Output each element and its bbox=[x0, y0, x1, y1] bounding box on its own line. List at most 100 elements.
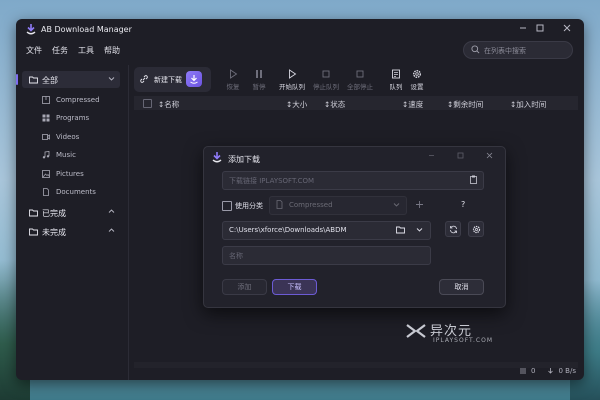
sidebar-item-finished[interactable]: 已完成 bbox=[22, 204, 120, 221]
chevron-up-icon bbox=[108, 228, 115, 232]
refresh-button[interactable] bbox=[445, 221, 461, 237]
list-icon bbox=[520, 368, 527, 374]
start-queue-button[interactable]: 开始队列 bbox=[277, 69, 307, 91]
stop-icon bbox=[322, 70, 330, 78]
archive-icon bbox=[42, 96, 50, 104]
stop-icon bbox=[356, 70, 364, 78]
chevron-down-icon[interactable] bbox=[415, 225, 424, 234]
watermark-subtext: IPLAYSOFT.COM bbox=[433, 337, 493, 344]
gear-icon bbox=[472, 225, 481, 234]
maximize-button[interactable] bbox=[533, 23, 547, 37]
search-icon bbox=[471, 45, 480, 54]
menu-tools[interactable]: 工具 bbox=[78, 45, 94, 59]
column-remaining[interactable]: ↕剩余时间 bbox=[447, 99, 483, 110]
link-icon bbox=[140, 75, 148, 83]
download-list-header: ↕名称 ↕大小 ↕状态 ↕速度 ↕剩余时间 ↕加入时间 bbox=[134, 96, 578, 110]
close-button[interactable] bbox=[560, 23, 574, 37]
column-size[interactable]: ↕大小 bbox=[286, 99, 307, 110]
settings-button[interactable]: 设置 bbox=[407, 69, 427, 91]
cancel-button[interactable]: 取消 bbox=[439, 279, 484, 295]
download-link-placeholder: 下载链接 IPLAYSOFT.COM bbox=[229, 177, 315, 185]
column-speed[interactable]: ↕速度 bbox=[402, 99, 423, 110]
chevron-up-icon bbox=[108, 209, 115, 213]
search-input[interactable]: 在列表中搜索 bbox=[463, 41, 573, 59]
minimize-icon bbox=[428, 155, 434, 156]
sidebar-item-label: Videos bbox=[56, 133, 80, 141]
add-download-shortcut-button[interactable] bbox=[186, 71, 202, 87]
sidebar-item-unfinished[interactable]: 未完成 bbox=[22, 223, 120, 240]
search-placeholder: 在列表中搜索 bbox=[484, 47, 526, 55]
menu-help[interactable]: 帮助 bbox=[104, 45, 120, 59]
column-remaining-label: 剩余时间 bbox=[453, 100, 484, 109]
folder-icon bbox=[29, 76, 38, 84]
help-button[interactable]: ? bbox=[461, 200, 465, 209]
settings-label: 设置 bbox=[410, 83, 424, 91]
new-download-button[interactable]: 新建下载 bbox=[134, 67, 211, 92]
dialog-maximize-button[interactable] bbox=[455, 152, 465, 162]
use-category-checkbox[interactable] bbox=[222, 201, 232, 211]
menu-task[interactable]: 任务 bbox=[52, 45, 68, 59]
file-name-placeholder: 名称 bbox=[229, 252, 243, 260]
play-icon bbox=[230, 69, 238, 79]
chevron-down-icon bbox=[393, 203, 400, 207]
download-button[interactable]: 下载 bbox=[272, 279, 317, 295]
column-size-label: 大小 bbox=[292, 100, 308, 109]
sidebar-item-label: Compressed bbox=[56, 96, 100, 104]
new-download-label: 新建下载 bbox=[154, 76, 182, 84]
queue-button[interactable]: 队列 bbox=[386, 69, 406, 91]
dialog-title: 添加下载 bbox=[228, 155, 260, 164]
dialog-close-button[interactable] bbox=[484, 152, 494, 162]
sidebar-item-label: 已完成 bbox=[42, 209, 66, 218]
start-queue-label: 开始队列 bbox=[279, 83, 305, 91]
dialog-minimize-button[interactable] bbox=[426, 152, 436, 162]
active-indicator bbox=[16, 74, 18, 85]
refresh-icon bbox=[450, 225, 457, 234]
save-path-input[interactable]: C:\Users\xforce\Downloads\ABDM bbox=[222, 221, 431, 240]
app-logo-icon bbox=[26, 24, 36, 35]
download-speed-icon bbox=[547, 368, 553, 374]
column-added[interactable]: ↕加入时间 bbox=[510, 99, 546, 110]
stop-all-button[interactable]: 全部停止 bbox=[345, 69, 375, 91]
video-icon bbox=[42, 134, 50, 140]
column-name[interactable]: ↕名称 bbox=[158, 99, 179, 110]
stop-queue-button[interactable]: 停止队列 bbox=[311, 69, 341, 91]
folder-icon bbox=[29, 209, 38, 217]
clipboard-icon[interactable] bbox=[469, 175, 478, 184]
app-title: AB Download Manager bbox=[41, 25, 132, 34]
category-select[interactable]: Compressed bbox=[269, 196, 407, 215]
document-icon bbox=[43, 188, 49, 196]
title-bar: AB Download Manager bbox=[16, 19, 584, 41]
play-icon bbox=[289, 69, 297, 79]
menu-file[interactable]: 文件 bbox=[26, 45, 42, 59]
download-link-input[interactable]: 下载链接 IPLAYSOFT.COM bbox=[222, 171, 484, 190]
pause-button[interactable]: 暂停 bbox=[247, 69, 271, 91]
watermark-logo-icon bbox=[406, 324, 426, 338]
column-status-label: 状态 bbox=[330, 100, 346, 109]
download-icon bbox=[190, 75, 198, 84]
status-bar: 0 0 B/s bbox=[519, 365, 576, 377]
plus-icon bbox=[415, 201, 423, 208]
download-settings-button[interactable] bbox=[468, 221, 484, 237]
minimize-button[interactable] bbox=[516, 23, 530, 37]
select-all-checkbox[interactable] bbox=[143, 99, 152, 108]
minimize-icon bbox=[520, 27, 526, 29]
column-speed-label: 速度 bbox=[408, 100, 424, 109]
file-name-input[interactable]: 名称 bbox=[222, 246, 431, 265]
chevron-down-icon bbox=[108, 77, 115, 81]
menu-bar: 文件 任务 工具 帮助 bbox=[26, 45, 120, 59]
folder-icon[interactable] bbox=[396, 225, 405, 234]
save-path-value: C:\Users\xforce\Downloads\ABDM bbox=[229, 226, 347, 234]
sidebar-item-label: 全部 bbox=[42, 76, 58, 85]
horizontal-scrollbar[interactable] bbox=[134, 362, 578, 368]
close-icon bbox=[486, 152, 492, 159]
image-icon bbox=[42, 170, 50, 178]
column-status[interactable]: ↕状态 bbox=[324, 99, 345, 110]
maximize-icon bbox=[457, 152, 463, 159]
pause-icon bbox=[256, 70, 262, 78]
add-button[interactable]: 添加 bbox=[222, 279, 267, 295]
resume-button[interactable]: 恢复 bbox=[221, 69, 245, 91]
download-speed: 0 B/s bbox=[558, 367, 577, 375]
sidebar-item-all[interactable]: 全部 bbox=[16, 71, 120, 88]
use-category-label: 使用分类 bbox=[235, 202, 263, 210]
add-category-button[interactable] bbox=[412, 199, 426, 213]
